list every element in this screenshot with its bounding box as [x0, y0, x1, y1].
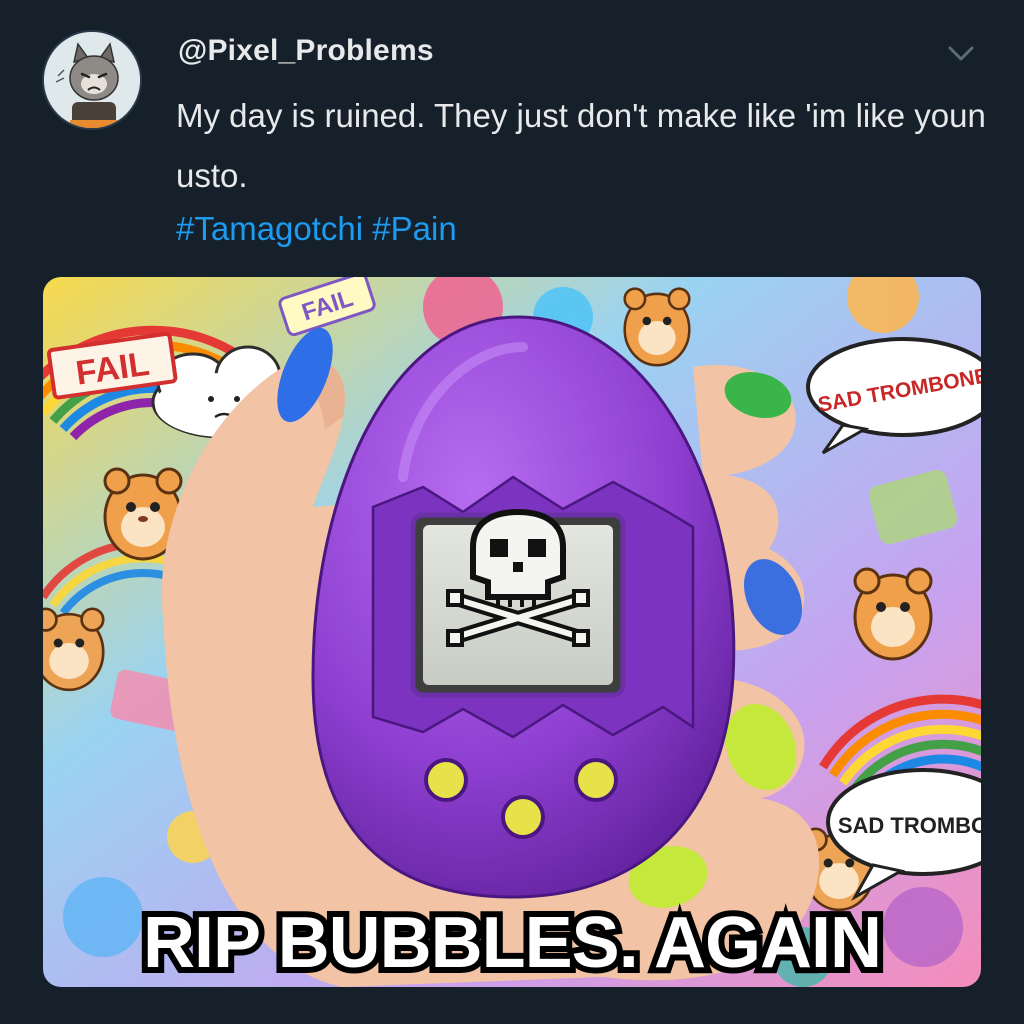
- chevron-down-icon: [948, 46, 974, 61]
- avatar[interactable]: [42, 30, 142, 130]
- hashtag-pain[interactable]: #Pain: [372, 210, 456, 247]
- device-button-middle: [501, 795, 545, 839]
- hashtag-list: #Tamagotchi #Pain: [176, 204, 457, 254]
- user-handle[interactable]: @Pixel_Problems: [178, 34, 434, 68]
- device-button-right: [574, 758, 618, 802]
- tweet: @Pixel_Problems My day is ruined. They j…: [0, 0, 1024, 1024]
- hamster-sticker: [43, 607, 105, 692]
- hamster-sticker: [853, 567, 933, 661]
- device-button-left: [424, 758, 468, 802]
- tweet-menu-button[interactable]: [944, 40, 978, 68]
- cat-avatar-icon: [44, 32, 140, 128]
- hashtag-tamagotchi[interactable]: #Tamagotchi: [176, 210, 363, 247]
- meme-illustration: FAIL FAIL SAD TROMBONE SAD TROMBO RIP BU…: [43, 277, 981, 987]
- sad-trombone-text: SAD TROMBO: [838, 813, 981, 838]
- hamster-sticker: [623, 287, 691, 367]
- tweet-text: My day is ruined. They just don't make l…: [176, 97, 986, 194]
- meme-caption: RIP BUBBLES. AGAIN: [143, 903, 881, 983]
- tweet-media-image[interactable]: FAIL FAIL SAD TROMBONE SAD TROMBO RIP BU…: [43, 277, 981, 987]
